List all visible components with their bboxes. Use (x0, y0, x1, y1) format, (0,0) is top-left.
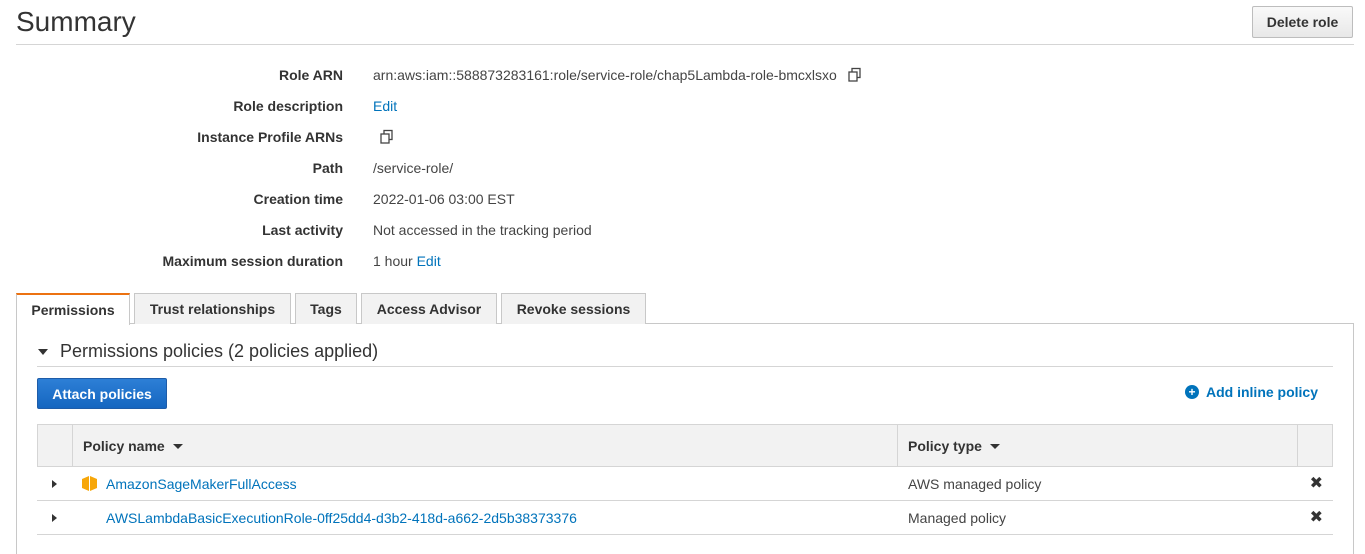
title-divider (16, 44, 1354, 45)
expand-column-header (38, 425, 73, 466)
table-header: Policy name Policy type (37, 424, 1333, 467)
permissions-policies-title: Permissions policies (2 policies applied… (60, 341, 379, 361)
last-activity-value: Not accessed in the tracking period (373, 222, 592, 238)
actions-column-header (1298, 425, 1332, 466)
copy-icon[interactable] (847, 67, 863, 83)
aws-managed-cube-icon (82, 476, 97, 491)
policies-table: Policy name Policy type AmazonSageMakerF… (37, 424, 1333, 535)
tab-revoke-sessions[interactable]: Revoke sessions (501, 293, 646, 324)
policy-name-header-label: Policy name (83, 437, 165, 454)
summary-row-role-arn: Role ARN arn:aws:iam::588873283161:role/… (0, 67, 1000, 87)
remove-policy-icon[interactable]: ✖ (1310, 475, 1323, 492)
page-title: Summary (16, 6, 136, 37)
tab-trust-relationships[interactable]: Trust relationships (134, 293, 291, 324)
tab-tags[interactable]: Tags (295, 293, 357, 324)
path-label: Path (312, 160, 343, 176)
policy-name-link[interactable]: AmazonSageMakerFullAccess (106, 476, 297, 492)
permissions-policies-header[interactable]: Permissions policies (2 policies applied… (38, 341, 378, 362)
max-session-label: Maximum session duration (162, 253, 343, 269)
role-description-label: Role description (233, 98, 343, 114)
policy-type-value: Managed policy (908, 509, 1007, 526)
expand-row-icon[interactable] (52, 479, 57, 488)
add-inline-policy-link[interactable]: + Add inline policy (1185, 384, 1318, 400)
summary-row-path: Path /service-role/ (0, 160, 1000, 180)
summary-row-instance-profile: Instance Profile ARNs (0, 129, 1000, 149)
add-inline-policy-label: Add inline policy (1206, 384, 1319, 400)
policy-type-value: AWS managed policy (908, 475, 1042, 492)
summary-row-creation-time: Creation time 2022-01-06 03:00 EST (0, 191, 1000, 211)
expand-row-icon[interactable] (52, 513, 57, 522)
attach-policies-button[interactable]: Attach policies (37, 378, 167, 409)
role-arn-label: Role ARN (278, 67, 343, 83)
tab-access-advisor[interactable]: Access Advisor (361, 293, 497, 324)
edit-description-link[interactable]: Edit (373, 98, 397, 114)
last-activity-label: Last activity (262, 222, 343, 238)
sort-caret-icon (989, 443, 1000, 449)
copy-icon[interactable] (379, 129, 395, 145)
policy-type-column-header[interactable]: Policy type (898, 425, 1298, 466)
table-row: AWSLambdaBasicExecutionRole-0ff25dd4-d3b… (37, 501, 1333, 535)
tab-bar: Permissions Trust relationships Tags Acc… (16, 293, 650, 325)
instance-profile-label: Instance Profile ARNs (197, 129, 343, 145)
section-divider (37, 366, 1333, 367)
creation-time-value: 2022-01-06 03:00 EST (373, 191, 515, 207)
summary-row-last-activity: Last activity Not accessed in the tracki… (0, 222, 1000, 242)
role-arn-value: arn:aws:iam::588873283161:role/service-r… (373, 67, 837, 83)
max-session-value: 1 hour (373, 253, 413, 269)
summary-row-max-session: Maximum session duration 1 hour Edit (0, 253, 1000, 273)
plus-circle-icon: + (1185, 385, 1199, 399)
creation-time-label: Creation time (253, 191, 343, 207)
delete-role-button[interactable]: Delete role (1252, 6, 1353, 38)
policy-type-header-label: Policy type (908, 437, 982, 454)
edit-session-link[interactable]: Edit (417, 253, 441, 269)
remove-policy-icon[interactable]: ✖ (1310, 509, 1323, 526)
table-row: AmazonSageMakerFullAccess AWS managed po… (37, 467, 1333, 501)
caret-down-icon (38, 348, 48, 355)
policy-name-link[interactable]: AWSLambdaBasicExecutionRole-0ff25dd4-d3b… (106, 510, 577, 526)
path-value: /service-role/ (373, 160, 454, 176)
policy-name-column-header[interactable]: Policy name (73, 425, 898, 466)
tab-permissions[interactable]: Permissions (16, 293, 130, 325)
summary-row-role-description: Role description Edit (0, 98, 1000, 118)
sort-caret-icon (172, 443, 183, 449)
